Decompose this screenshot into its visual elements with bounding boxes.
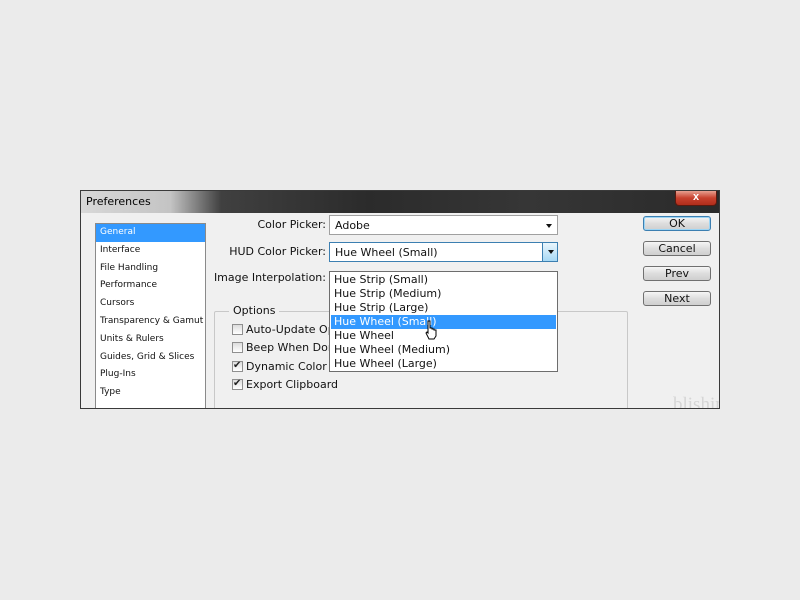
close-icon: x bbox=[692, 191, 700, 203]
sidebar-item-guides-grid-slices[interactable]: Guides, Grid & Slices bbox=[96, 349, 205, 367]
hud-color-picker-label: HUD Color Picker: bbox=[229, 245, 326, 258]
sidebar-item-type[interactable]: Type bbox=[96, 384, 205, 402]
watermark-text: blishing bbox=[673, 394, 719, 409]
color-picker-label: Color Picker: bbox=[257, 218, 327, 231]
hud-color-picker-dropdown[interactable]: Hue Strip (Small) Hue Strip (Medium) Hue… bbox=[329, 271, 558, 372]
chevron-down-icon bbox=[546, 224, 552, 228]
hand-cursor-icon bbox=[425, 320, 437, 340]
dropdown-option[interactable]: Hue Wheel (Medium) bbox=[331, 343, 556, 357]
export-clipboard-checkbox[interactable]: ✔ bbox=[232, 378, 243, 390]
color-picker-select[interactable]: Adobe bbox=[329, 215, 558, 235]
beep-when-done-checkbox[interactable] bbox=[232, 342, 243, 353]
prev-button[interactable]: Prev bbox=[643, 266, 711, 281]
options-legend: Options bbox=[229, 304, 280, 317]
hud-color-picker-value: Hue Wheel (Small) bbox=[335, 246, 438, 259]
preferences-dialog: Preferences x blishing General Interface… bbox=[80, 190, 720, 409]
hud-color-picker-select[interactable]: Hue Wheel (Small) bbox=[329, 242, 558, 262]
next-button[interactable]: Next bbox=[643, 291, 711, 306]
image-interpolation-label: Image Interpolation: bbox=[213, 271, 326, 284]
color-picker-value: Adobe bbox=[335, 219, 370, 232]
beep-when-done-label: Beep When Done bbox=[246, 341, 342, 354]
title-bar[interactable]: Preferences x bbox=[81, 191, 719, 213]
cancel-button[interactable]: Cancel bbox=[643, 241, 711, 256]
checkmark-icon: ✔ bbox=[233, 378, 242, 389]
close-button[interactable]: x bbox=[675, 191, 717, 206]
sidebar-item-units-rulers[interactable]: Units & Rulers bbox=[96, 331, 205, 349]
dropdown-option[interactable]: Hue Wheel bbox=[331, 329, 556, 343]
sidebar-item-cursors[interactable]: Cursors bbox=[96, 295, 205, 313]
dynamic-color-sliders-checkbox[interactable]: ✔ bbox=[232, 360, 243, 372]
sidebar-item-plug-ins[interactable]: Plug-Ins bbox=[96, 366, 205, 384]
dropdown-option-highlighted[interactable]: Hue Wheel (Small) bbox=[331, 315, 556, 329]
dropdown-option[interactable]: Hue Strip (Medium) bbox=[331, 287, 556, 301]
auto-update-checkbox[interactable] bbox=[232, 324, 243, 335]
window-title: Preferences bbox=[86, 195, 151, 208]
ok-button[interactable]: OK bbox=[643, 216, 711, 231]
dropdown-option[interactable]: Hue Wheel (Large) bbox=[331, 357, 556, 371]
dropdown-option[interactable]: Hue Strip (Large) bbox=[331, 301, 556, 315]
dropdown-button[interactable] bbox=[542, 243, 557, 261]
auto-update-label: Auto-Update Ope bbox=[246, 323, 342, 336]
checkmark-icon: ✔ bbox=[233, 360, 242, 371]
sidebar-item-transparency-gamut[interactable]: Transparency & Gamut bbox=[96, 313, 205, 331]
export-clipboard-label: Export Clipboard bbox=[246, 378, 339, 391]
chevron-down-icon bbox=[548, 250, 554, 254]
dropdown-option[interactable]: Hue Strip (Small) bbox=[331, 273, 556, 287]
